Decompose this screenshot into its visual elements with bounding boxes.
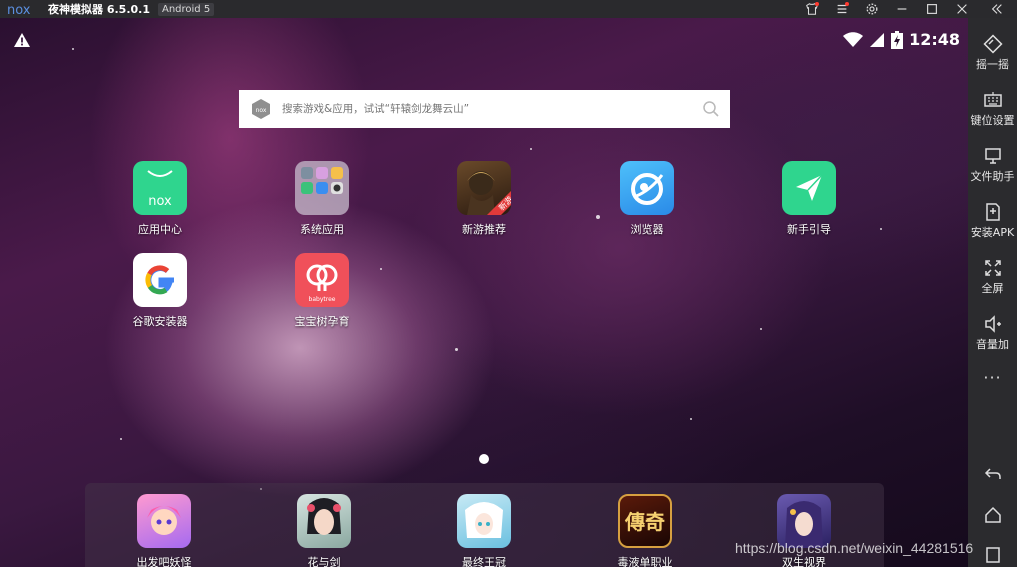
babytree-app[interactable]: babytree 宝宝树孕育: [277, 253, 367, 329]
svg-text:nox: nox: [256, 107, 267, 114]
android-status-bar: 12:48: [0, 18, 968, 62]
browser-app[interactable]: 浏览器: [602, 161, 692, 237]
wifi-icon: [843, 31, 864, 47]
install-apk-icon: [985, 203, 1000, 221]
home-icon: [984, 506, 1001, 523]
app-label: 宝宝树孕育: [294, 315, 350, 328]
guide-app[interactable]: 新手引导: [764, 161, 854, 237]
sidebar-item-label: 安装APK: [970, 226, 1015, 239]
dock-app-4[interactable]: 傳奇 毒液单职业: [600, 494, 690, 567]
android-version-badge: Android 5: [157, 2, 215, 16]
back-button[interactable]: [968, 464, 1017, 484]
sidebar-item-keymap[interactable]: 键位设置: [968, 90, 1017, 128]
google-installer-app[interactable]: 谷歌安装器: [115, 253, 205, 329]
system-apps-folder-icon: [295, 161, 349, 215]
sidebar-item-volume-up[interactable]: 音量加: [968, 314, 1017, 352]
svg-text:nox: nox: [148, 194, 172, 209]
fullscreen-icon: [984, 260, 1001, 276]
app-label: 浏览器: [630, 223, 664, 236]
new-games-icon: 新游: [457, 161, 511, 215]
nox-hexagon-logo-icon: nox: [252, 99, 270, 119]
dock-app-1[interactable]: 出发吧妖怪: [119, 494, 209, 567]
nox-app-center-icon: nox: [133, 161, 187, 215]
game-icon: [297, 494, 351, 548]
theme-button[interactable]: [797, 0, 827, 18]
window-titlebar: nox 夜神模拟器 6.5.0.1 Android 5: [0, 0, 1017, 18]
game-icon: [457, 494, 511, 548]
maximize-button[interactable]: [917, 0, 947, 18]
app-label: 新游推荐: [462, 223, 506, 236]
app-center[interactable]: nox 应用中心: [115, 161, 205, 237]
app-label: 花与剑: [307, 556, 341, 567]
search-bar[interactable]: nox: [239, 90, 730, 128]
gear-icon: [866, 3, 878, 15]
babytree-icon: babytree: [295, 253, 349, 307]
signal-icon: [870, 32, 885, 47]
page-indicator[interactable]: [479, 454, 489, 464]
minimize-button[interactable]: [887, 0, 917, 18]
sidebar-item-label: 文件助手: [970, 170, 1015, 183]
shake-icon: [982, 34, 1003, 54]
app-label: 新手引导: [787, 223, 831, 236]
back-arrow-icon: [984, 468, 1001, 479]
nox-logo-icon: nox: [7, 3, 31, 18]
guide-icon: [782, 161, 836, 215]
app-label: 谷歌安装器: [132, 315, 188, 328]
svg-text:nox: nox: [7, 3, 31, 18]
notification-dot: [845, 2, 849, 6]
collapse-sidebar-button[interactable]: [977, 0, 1017, 18]
sidebar-item-label: 键位设置: [970, 114, 1015, 127]
warning-icon: [14, 33, 30, 47]
dock-app-5[interactable]: 双生视界: [759, 494, 849, 567]
recent-apps-icon: [985, 547, 1000, 563]
emulator-toolbar: 摇一摇 键位设置 文件助手 安装APK 全屏 音量加 ···: [968, 18, 1017, 567]
notification-dot: [815, 2, 819, 6]
close-icon: [957, 4, 967, 14]
sidebar-item-label: 摇一摇: [976, 58, 1009, 71]
app-label: 毒液单职业: [617, 556, 673, 567]
app-label: 应用中心: [138, 223, 182, 236]
search-icon[interactable]: [702, 100, 720, 118]
app-title: 夜神模拟器 6.5.0.1: [48, 3, 150, 16]
dock-app-3[interactable]: 最终王冠: [439, 494, 529, 567]
sidebar-item-shake[interactable]: 摇一摇: [968, 34, 1017, 72]
double-chevron-left-icon: [991, 4, 1002, 14]
recent-apps-button[interactable]: [968, 546, 1017, 566]
menu-button[interactable]: [827, 0, 857, 18]
sidebar-item-install-apk[interactable]: 安装APK: [968, 202, 1017, 240]
app-label: 出发吧妖怪: [136, 556, 192, 567]
app-label: 最终王冠: [462, 556, 506, 567]
game-icon: 傳奇: [618, 494, 672, 548]
android-home-screen[interactable]: 12:48 nox nox 应用中心: [0, 18, 968, 567]
search-input[interactable]: [282, 103, 702, 115]
status-indicators: 12:48: [843, 30, 960, 49]
more-options-button[interactable]: ···: [968, 368, 1017, 387]
minimize-icon: [897, 8, 907, 10]
volume-up-icon: [984, 315, 1001, 333]
clock: 12:48: [909, 30, 960, 49]
maximize-icon: [927, 4, 937, 14]
titlebar-controls: [797, 0, 1017, 18]
home-button[interactable]: [968, 505, 1017, 525]
system-apps-folder[interactable]: 系统应用: [277, 161, 367, 237]
close-button[interactable]: [947, 0, 977, 18]
svg-text:babytree: babytree: [309, 296, 336, 303]
svg-text:傳奇: 傳奇: [624, 510, 665, 534]
new-games-app[interactable]: 新游 新游推荐: [439, 161, 529, 237]
settings-button[interactable]: [857, 0, 887, 18]
battery-charging-icon: [891, 30, 904, 49]
sidebar-item-fullscreen[interactable]: 全屏: [968, 258, 1017, 296]
monitor-icon: [984, 148, 1001, 164]
keyboard-icon: [983, 92, 1002, 107]
browser-icon: [620, 161, 674, 215]
game-icon: [137, 494, 191, 548]
sidebar-item-label: 全屏: [981, 282, 1004, 295]
sidebar-item-label: 音量加: [976, 338, 1009, 351]
google-installer-icon: [133, 253, 187, 307]
dock-app-2[interactable]: 花与剑: [279, 494, 369, 567]
sidebar-item-file-assistant[interactable]: 文件助手: [968, 146, 1017, 184]
watermark: https://blog.csdn.net/weixin_44281516: [735, 540, 974, 556]
app-label: 系统应用: [300, 223, 344, 236]
